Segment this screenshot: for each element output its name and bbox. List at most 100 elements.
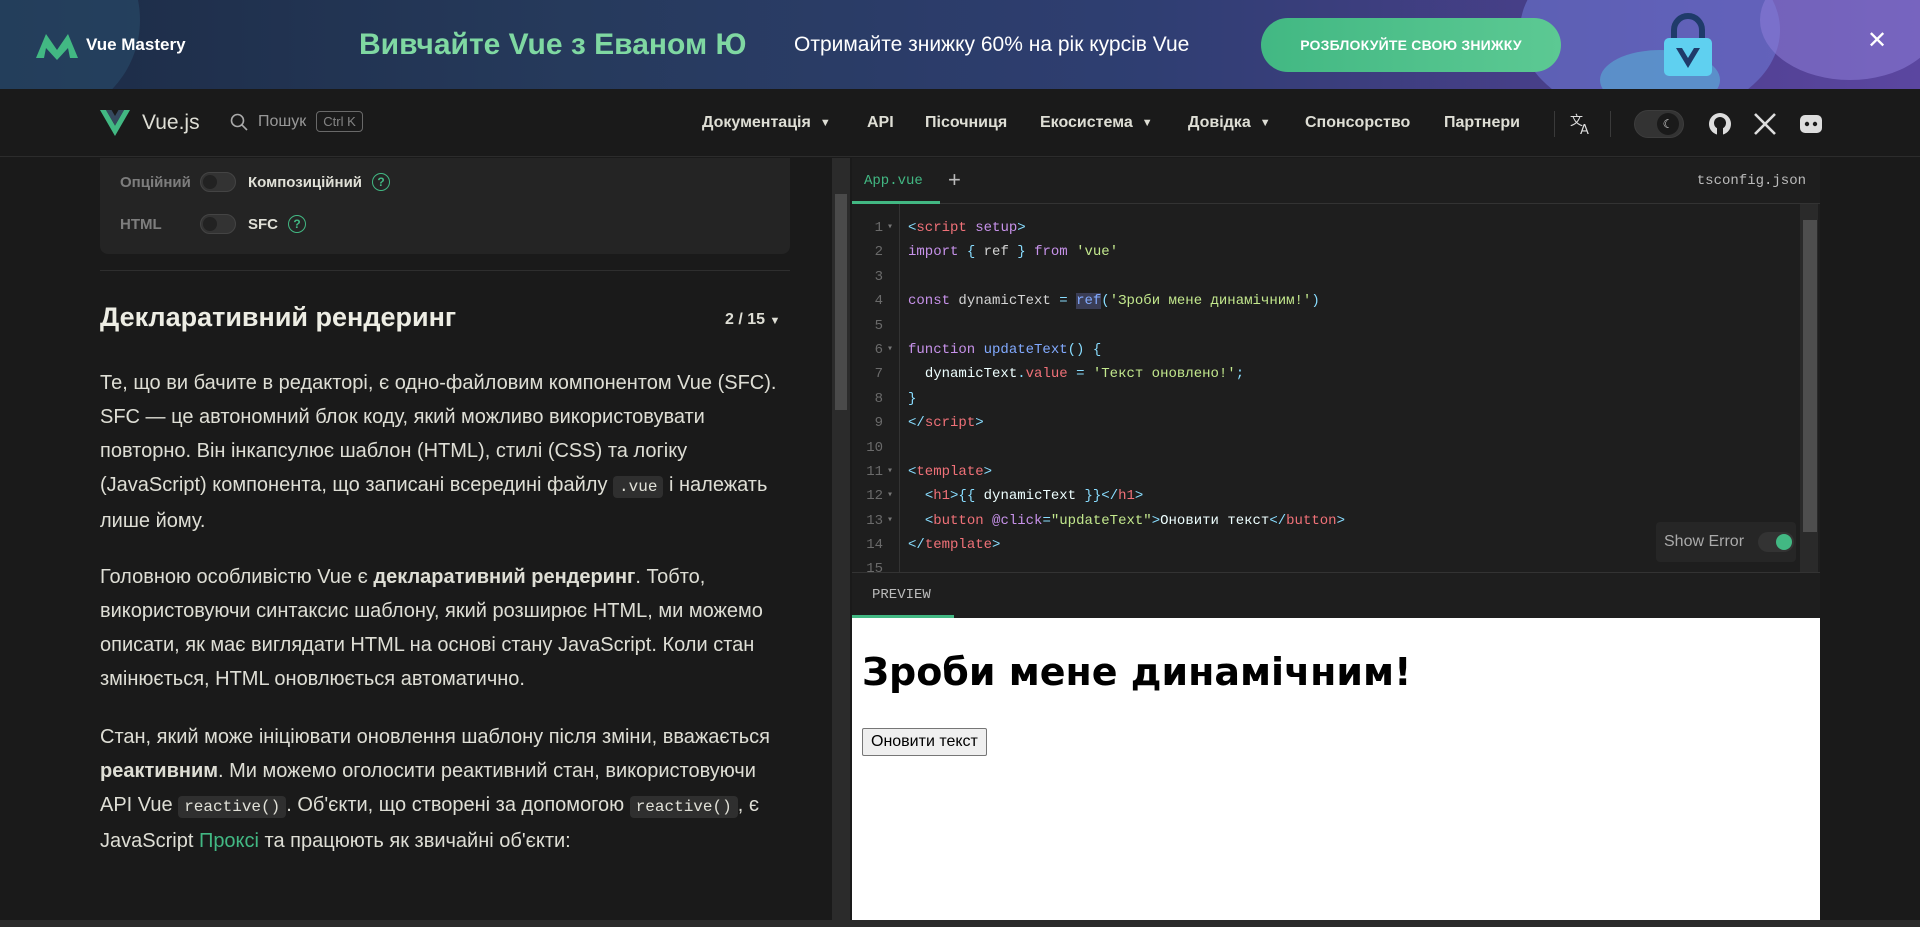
tutorial-scrollbar[interactable] xyxy=(832,158,850,927)
preview-pane: Зроби мене динамічним! Оновити текст xyxy=(852,618,1820,920)
tab-app-vue[interactable]: App.vue xyxy=(864,173,923,189)
search-button[interactable]: Пошук Ctrl K xyxy=(230,111,363,132)
tutorial-pane: Опційний Композиційний ? HTML SFC ? Декл… xyxy=(0,158,832,927)
vue-mastery-brand: Vue Mastery xyxy=(86,35,186,54)
fold-icon[interactable]: ▾ xyxy=(887,460,900,484)
nav-api[interactable]: API xyxy=(867,114,894,132)
github-icon[interactable] xyxy=(1707,111,1733,137)
inline-code: reactive() xyxy=(629,796,738,818)
search-icon xyxy=(230,113,248,131)
inline-code: reactive() xyxy=(178,796,287,818)
nav-docs[interactable]: Документація ▼ xyxy=(702,114,831,132)
scrollbar-thumb[interactable] xyxy=(835,194,847,410)
code-line: 3 xyxy=(852,265,1345,289)
paragraph: Головною особливістю Vue є декларативний… xyxy=(100,560,790,696)
fold-icon[interactable]: ▾ xyxy=(887,484,900,508)
paragraph-text: та працюють як звичайні об'єкти: xyxy=(264,830,571,852)
svg-text:A: A xyxy=(1580,123,1589,137)
api-style-switch[interactable] xyxy=(200,172,236,192)
code-line: 8} xyxy=(852,387,1345,411)
code-line: 12 ▾ <h1>{{ dynamicText }}</h1> xyxy=(852,484,1345,508)
line-number: 8 xyxy=(874,390,883,407)
site-name: Vue.js xyxy=(142,111,200,134)
code-editor[interactable]: App.vue + tsconfig.json 1 ▾ <script setup>… xyxy=(852,158,1820,577)
format-switch[interactable] xyxy=(200,214,236,234)
vue-mastery-logo[interactable]: Vue Mastery xyxy=(34,30,186,60)
close-banner-icon[interactable]: ✕ xyxy=(1866,29,1888,53)
theme-toggle[interactable]: ☾ xyxy=(1634,110,1684,138)
line-number: 7 xyxy=(874,366,883,383)
tsconfig-file-link[interactable]: tsconfig.json xyxy=(1697,173,1806,189)
translate-icon[interactable]: 文A xyxy=(1568,111,1594,137)
code-line: 7 dynamicText.value = 'Текст оновлено!'; xyxy=(852,362,1345,386)
format-switch-row: HTML SFC ? xyxy=(120,214,306,234)
top-nav: Vue.js Пошук Ctrl K Документація ▼ API Пі… xyxy=(0,89,1920,157)
nav-ecosystem[interactable]: Екосистема ▼ xyxy=(1040,114,1153,132)
show-error-switch[interactable] xyxy=(1758,532,1795,552)
line-number: 11 xyxy=(866,463,883,480)
api-style-switch-row: Опційний Композиційний ? xyxy=(120,172,391,192)
banner-title: Вивчайте Vue з Еваном Ю xyxy=(359,28,747,61)
update-text-button[interactable]: Оновити текст xyxy=(862,728,987,756)
nav-label: Партнери xyxy=(1444,114,1520,131)
fold-icon[interactable]: ▾ xyxy=(887,338,900,362)
bottom-strip xyxy=(0,920,1920,927)
nav-partners[interactable]: Партнери xyxy=(1444,114,1520,132)
tutorial-title: Декларативний рендеринг xyxy=(100,302,457,332)
nav-help[interactable]: Довідка ▼ xyxy=(1188,114,1271,132)
step-selector[interactable]: 2 / 15 ▼ xyxy=(725,311,780,329)
chevron-down-icon: ▼ xyxy=(769,315,781,327)
decor-blob xyxy=(1760,0,1920,80)
nav-label: Спонсорство xyxy=(1305,114,1411,131)
line-number: 3 xyxy=(874,268,883,285)
code-line: 4 const dynamicText = ref('Зроби мене дин… xyxy=(852,289,1345,313)
proxy-link[interactable]: Проксі xyxy=(199,830,259,852)
code-line: 10 xyxy=(852,436,1345,460)
code-line: 11 ▾ <template> xyxy=(852,460,1345,484)
chevron-down-icon: ▼ xyxy=(1141,117,1153,129)
nav-sponsor[interactable]: Спонсорство xyxy=(1305,114,1410,132)
chevron-down-icon: ▼ xyxy=(1259,117,1271,129)
tab-preview[interactable]: PREVIEW xyxy=(872,587,931,603)
discord-icon[interactable] xyxy=(1798,111,1824,137)
fold-icon[interactable]: ▾ xyxy=(887,509,900,533)
code-line: 13 ▾ <button @click="updateText">Оновити … xyxy=(852,509,1345,533)
paragraph-text: Стан, який може ініціювати оновлення шаб… xyxy=(100,726,771,748)
line-number: 1 xyxy=(874,220,883,236)
right-margin xyxy=(1820,158,1920,927)
line-number: 6 xyxy=(874,341,883,358)
preferences-panel: Опційний Композиційний ? HTML SFC ? xyxy=(100,158,790,254)
show-error-label: Show Error xyxy=(1664,533,1745,550)
scrollbar-thumb[interactable] xyxy=(1803,220,1817,532)
help-icon[interactable]: ? xyxy=(372,173,391,191)
banner-subtitle: Отримайте знижку 60% на рік курсів Vue xyxy=(794,33,1190,56)
help-icon[interactable]: ? xyxy=(288,215,306,233)
code-line: 9 </script> xyxy=(852,411,1345,435)
line-number: 2 xyxy=(874,244,883,261)
nav-divider xyxy=(1554,111,1555,137)
moon-icon: ☾ xyxy=(1657,113,1679,135)
add-file-icon[interactable]: + xyxy=(948,167,961,193)
nav-label: Документація xyxy=(702,114,811,131)
paragraph-text: Головною особливістю Vue є xyxy=(100,566,368,588)
fold-icon[interactable]: ▾ xyxy=(887,216,900,240)
code-line: 14 </template> xyxy=(852,533,1345,557)
nav-label: Довідка xyxy=(1188,114,1251,131)
paragraph-text: . Об'єкти, що створені за допомогою xyxy=(286,794,625,816)
step-counter: 2 / 15 xyxy=(725,311,766,328)
nav-playground[interactable]: Пісочниця xyxy=(925,114,1007,132)
promo-banner[interactable]: Vue Mastery Вивчайте Vue з Еваном Ю Отри… xyxy=(0,0,1920,89)
show-error-toggle[interactable]: Show Error xyxy=(1656,522,1796,562)
editor-scrollbar[interactable] xyxy=(1800,204,1818,572)
line-number: 4 xyxy=(874,293,883,310)
preview-tabs: PREVIEW xyxy=(852,572,1820,618)
code-lines[interactable]: 1 ▾ <script setup> 2 import { ref } from 'v… xyxy=(852,216,1345,582)
chevron-down-icon: ▼ xyxy=(819,117,831,129)
bold-text: реактивним xyxy=(100,760,219,782)
line-number: 9 xyxy=(874,415,883,432)
unlock-discount-button[interactable]: РОЗБЛОКУЙТЕ СВОЮ ЗНИЖКУ xyxy=(1261,18,1561,72)
divider xyxy=(100,270,790,271)
x-icon[interactable] xyxy=(1752,111,1778,137)
bold-text: декларативний рендеринг xyxy=(373,566,636,588)
vue-logo[interactable]: Vue.js xyxy=(100,110,200,136)
